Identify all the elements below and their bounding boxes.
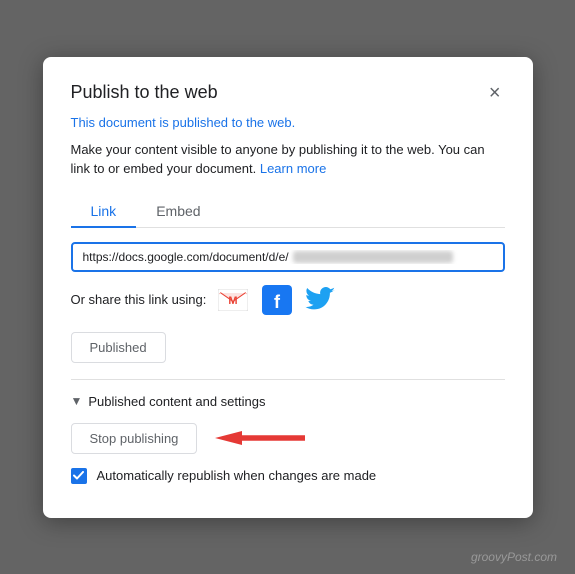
- checkbox-label: Automatically republish when changes are…: [97, 468, 377, 483]
- gmail-icon[interactable]: M: [216, 286, 250, 314]
- share-label: Or share this link using:: [71, 292, 207, 307]
- tab-embed[interactable]: Embed: [136, 195, 220, 227]
- published-button-row: Published: [71, 332, 505, 363]
- tab-link[interactable]: Link: [71, 195, 137, 227]
- published-notice: This document is published to the web.: [71, 115, 505, 130]
- tabs-container: Link Embed: [71, 195, 505, 228]
- share-row: Or share this link using: M f: [71, 286, 505, 314]
- watermark: groovyPost.com: [471, 550, 557, 564]
- facebook-icon[interactable]: f: [260, 286, 294, 314]
- settings-header[interactable]: ▼ Published content and settings: [71, 394, 505, 409]
- divider: [71, 379, 505, 380]
- modal-header: Publish to the web ×: [71, 81, 505, 105]
- stop-publishing-button[interactable]: Stop publishing: [71, 423, 198, 454]
- learn-more-link[interactable]: Learn more: [260, 161, 326, 176]
- url-blur: [293, 251, 453, 263]
- modal-title: Publish to the web: [71, 82, 218, 103]
- auto-republish-checkbox[interactable]: [71, 468, 87, 484]
- close-button[interactable]: ×: [485, 81, 505, 105]
- chevron-icon: ▼: [71, 394, 83, 408]
- twitter-icon[interactable]: [304, 286, 338, 314]
- url-box: https://docs.google.com/document/d/e/: [71, 242, 505, 272]
- settings-section: ▼ Published content and settings Stop pu…: [71, 394, 505, 484]
- url-text: https://docs.google.com/document/d/e/: [83, 250, 493, 264]
- description-text: Make your content visible to anyone by p…: [71, 140, 505, 179]
- svg-text:f: f: [274, 292, 281, 312]
- checkbox-row: Automatically republish when changes are…: [71, 468, 505, 484]
- svg-text:M: M: [229, 295, 238, 307]
- published-button: Published: [71, 332, 166, 363]
- publish-modal: Publish to the web × This document is pu…: [43, 57, 533, 518]
- stop-row: Stop publishing: [71, 423, 505, 454]
- settings-label: Published content and settings: [88, 394, 265, 409]
- arrow-body: [215, 431, 305, 445]
- red-arrow: [215, 431, 305, 445]
